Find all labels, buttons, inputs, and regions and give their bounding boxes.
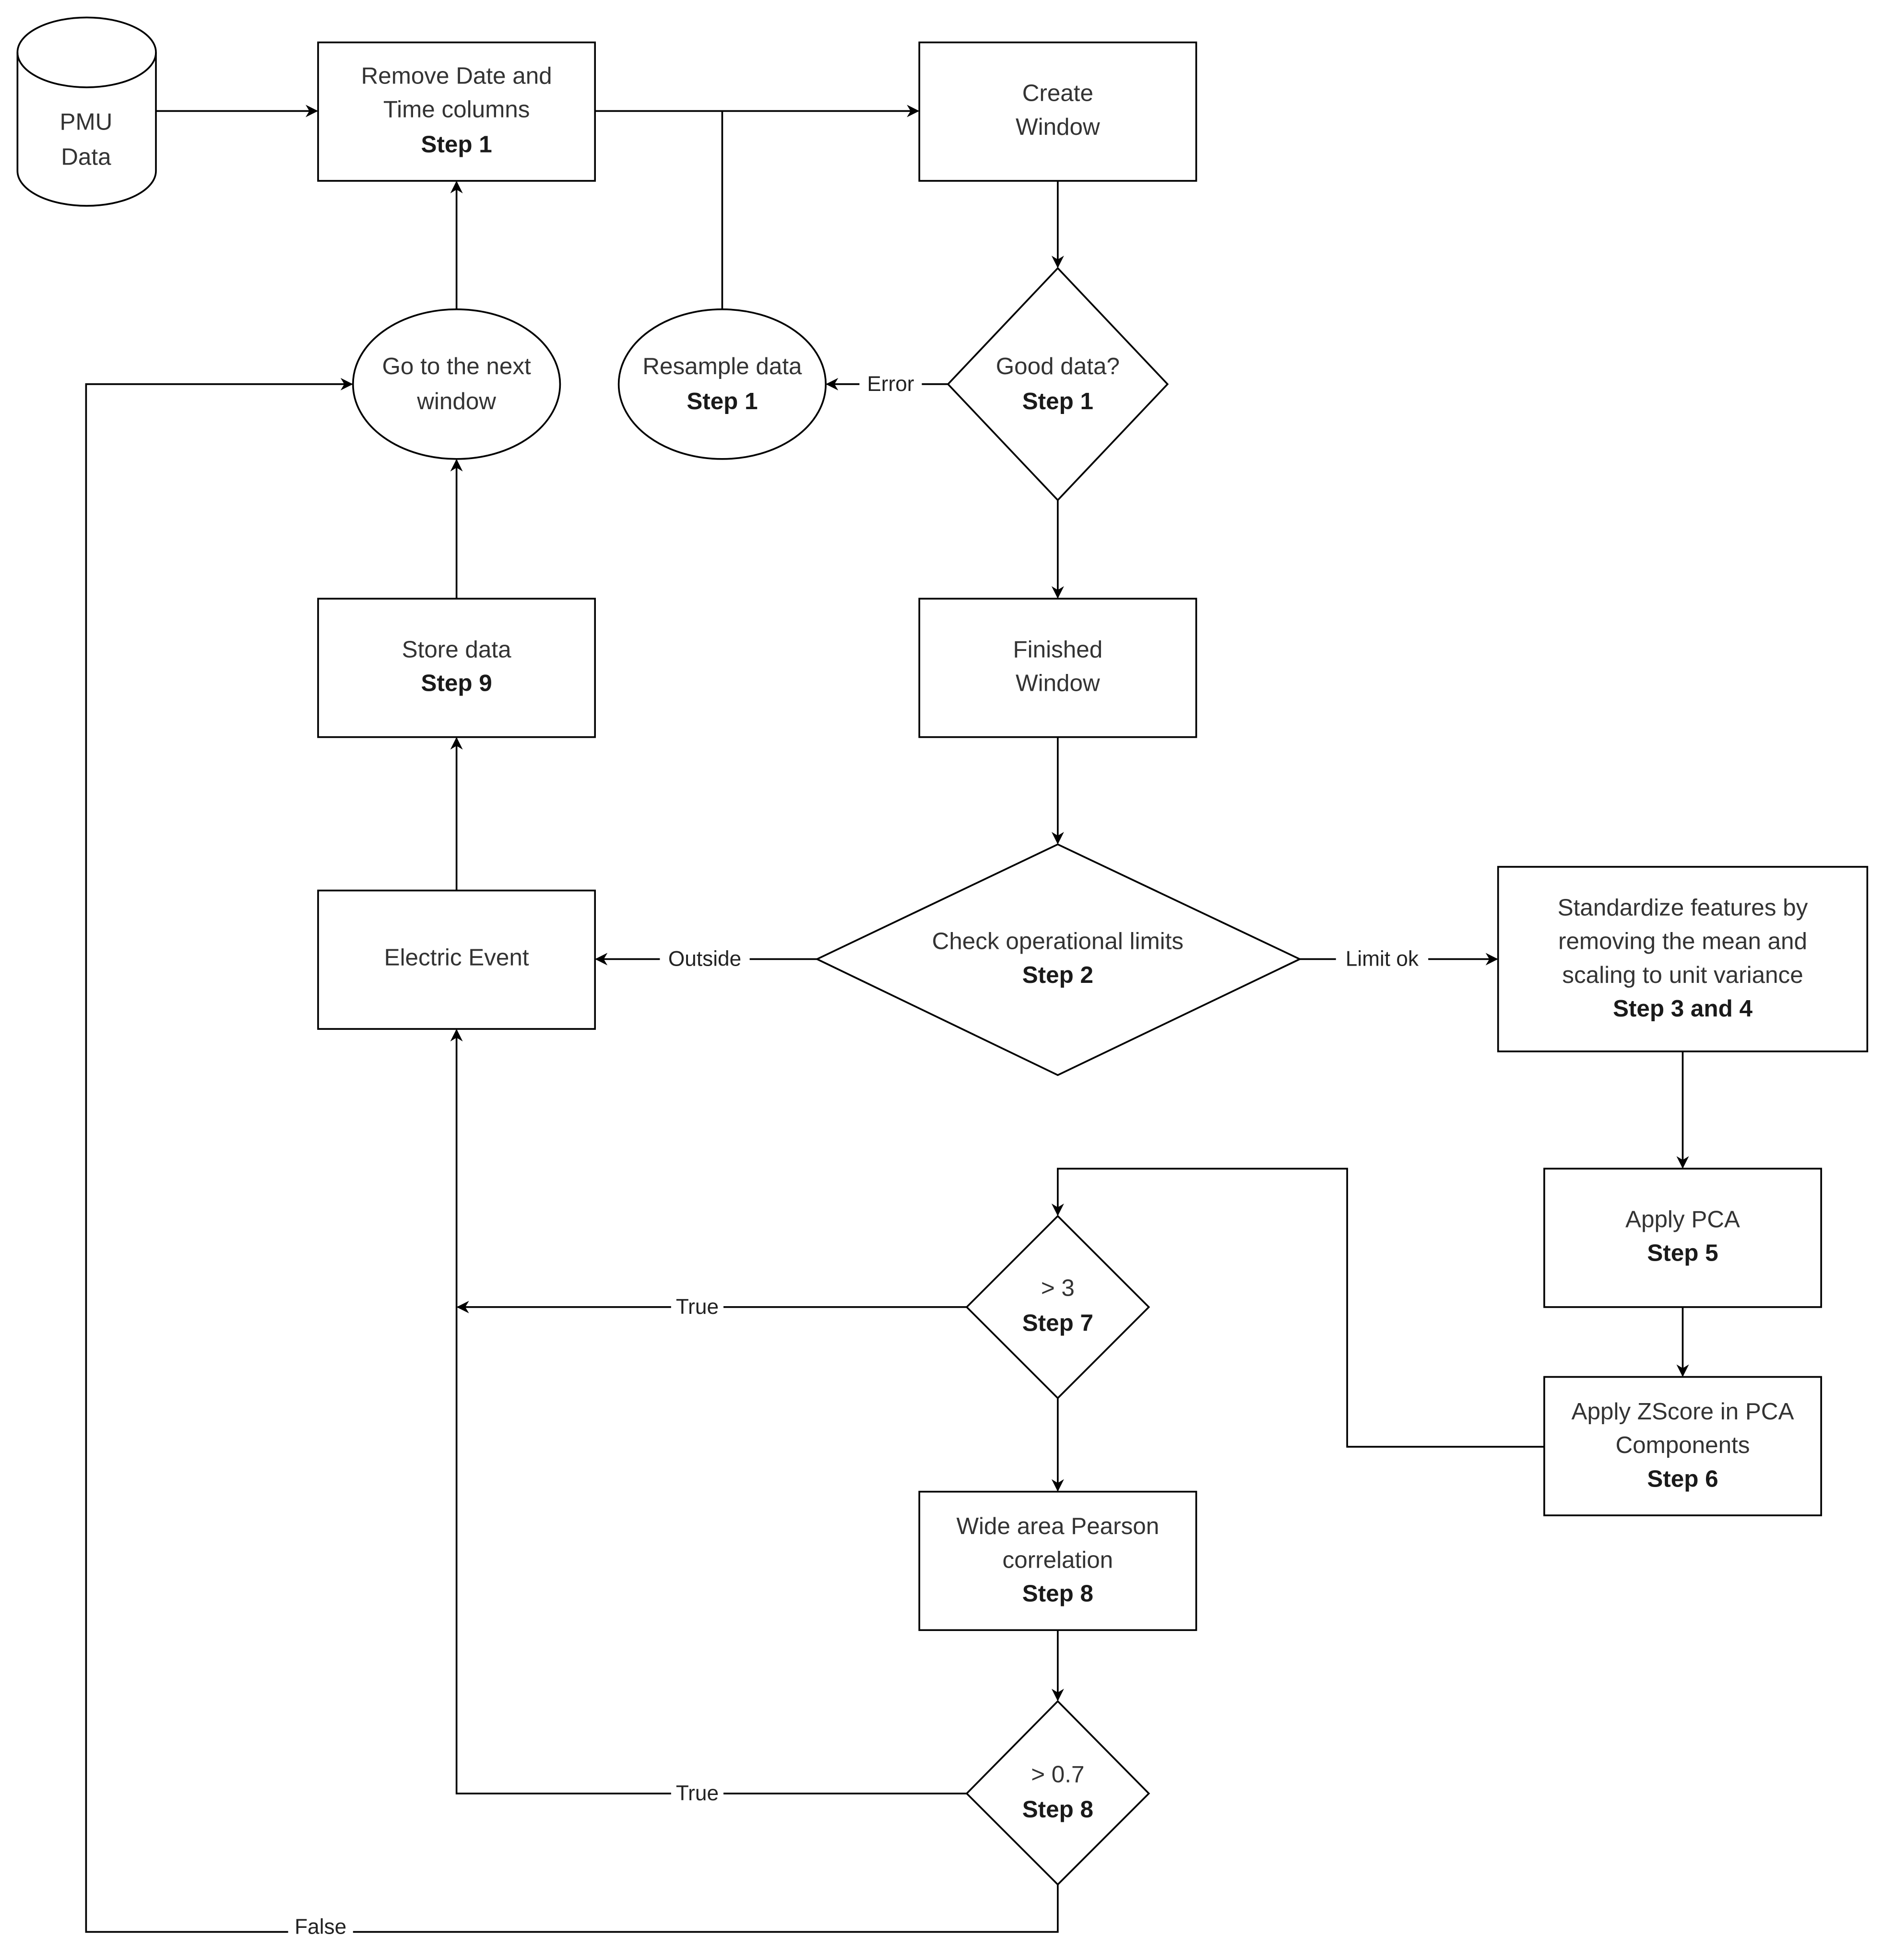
node-standardize[interactable]: Standardize features by removing the mea… <box>1497 866 1869 1052</box>
flowchart-svg: Error Outside Limit ok True True False P… <box>16 16 1869 1940</box>
node-step: Step 6 <box>1647 1465 1718 1492</box>
node-gt07[interactable]: > 0.7 Step 8 <box>965 1700 1150 1886</box>
node-step: Step 1 <box>1022 388 1093 414</box>
node-label: Wide area Pearson <box>956 1513 1159 1539</box>
node-pmu-data[interactable]: PMU Data <box>16 16 157 207</box>
node-label: Electric Event <box>384 944 529 970</box>
node-label: Resample data <box>642 353 802 379</box>
node-label: Create <box>1022 80 1093 106</box>
node-step: Step 1 <box>687 388 758 414</box>
node-step: Step 9 <box>421 670 492 696</box>
node-label: correlation <box>1003 1547 1113 1573</box>
node-label: Time columns <box>383 96 530 122</box>
node-create-window[interactable]: Create Window <box>918 41 1197 182</box>
node-label: removing the mean and <box>1558 928 1807 955</box>
node-label: Window <box>1016 114 1100 140</box>
edge-label-true-gt07: True <box>676 1782 719 1805</box>
node-store-data[interactable]: Store data Step 9 <box>317 598 596 738</box>
node-label: Apply ZScore in PCA <box>1572 1398 1794 1425</box>
node-label: Store data <box>402 636 511 662</box>
node-step: Step 5 <box>1647 1240 1718 1266</box>
node-step: Step 8 <box>1022 1581 1093 1607</box>
flowchart-canvas: Error Outside Limit ok True True False P… <box>0 0 1895 1960</box>
node-step: Step 8 <box>1022 1796 1093 1822</box>
node-label: Standardize features by <box>1558 894 1808 921</box>
node-label: Data <box>61 143 111 170</box>
edge-label-outside: Outside <box>668 947 741 971</box>
node-gt3[interactable]: > 3 Step 7 <box>965 1215 1150 1400</box>
node-label: window <box>416 388 496 414</box>
node-label: Good data? <box>996 353 1120 379</box>
node-apply-zscore[interactable]: Apply ZScore in PCA Components Step 6 <box>1543 1376 1822 1516</box>
node-label: Components <box>1615 1432 1750 1458</box>
node-label: Finished <box>1013 636 1103 662</box>
node-electric-event[interactable]: Electric Event <box>317 889 596 1030</box>
edge-label-error: Error <box>867 372 914 396</box>
node-label: Window <box>1016 670 1100 696</box>
node-label: Remove Date and <box>361 62 552 89</box>
node-resample-data[interactable]: Resample data Step 1 <box>617 308 827 460</box>
node-step: Step 2 <box>1022 962 1093 988</box>
node-label: Check operational limits <box>932 928 1184 955</box>
node-label: > 3 <box>1041 1275 1075 1301</box>
node-step: Step 7 <box>1022 1310 1093 1336</box>
node-label: scaling to unit variance <box>1562 962 1803 988</box>
edge-label-false-gt07: False <box>295 1915 346 1938</box>
node-apply-pca[interactable]: Apply PCA Step 5 <box>1543 1168 1822 1308</box>
node-finished-window[interactable]: Finished Window <box>918 598 1197 738</box>
edge-label-limit-ok: Limit ok <box>1346 947 1419 971</box>
node-label: Go to the next <box>382 353 531 379</box>
node-pearson[interactable]: Wide area Pearson correlation Step 8 <box>918 1490 1197 1631</box>
node-good-data[interactable]: Good data? Step 1 <box>947 267 1169 502</box>
node-step: Step 1 <box>421 131 492 157</box>
edge-label-true-gt3: True <box>676 1295 719 1319</box>
node-label: > 0.7 <box>1031 1761 1084 1788</box>
node-remove-columns[interactable]: Remove Date and Time columns Step 1 <box>317 41 596 182</box>
node-check-limits[interactable]: Check operational limits Step 2 <box>815 843 1302 1076</box>
node-label: Apply PCA <box>1625 1206 1740 1233</box>
node-next-window[interactable]: Go to the next window <box>352 308 561 460</box>
node-step: Step 3 and 4 <box>1613 995 1753 1022</box>
edge-gt07-to-event <box>450 1029 967 1795</box>
node-label: PMU <box>60 108 113 135</box>
